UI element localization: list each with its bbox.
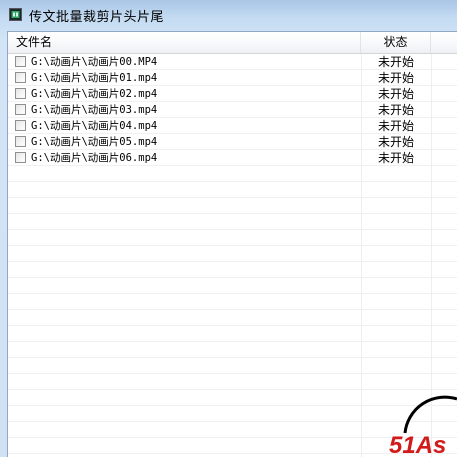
window-title: 传文批量裁剪片头片尾 bbox=[29, 10, 165, 25]
file-status: 未开始 bbox=[377, 87, 414, 101]
row-checkbox[interactable] bbox=[15, 56, 26, 67]
table-row[interactable]: G:\动画片\动画片02.mp4 未开始 bbox=[8, 86, 457, 102]
app-window: 传文批量裁剪片头片尾 文件名 状态 G:\动画片\动画片00.MP4 未开始 G… bbox=[0, 0, 457, 457]
file-status: 未开始 bbox=[377, 119, 414, 133]
title-bar[interactable]: 传文批量裁剪片头片尾 bbox=[0, 0, 457, 29]
table-row[interactable]: G:\动画片\动画片01.mp4 未开始 bbox=[8, 70, 457, 86]
row-checkbox[interactable] bbox=[15, 88, 26, 99]
file-status: 未开始 bbox=[377, 151, 414, 165]
app-logo-icon bbox=[9, 8, 22, 21]
list-header: 文件名 状态 bbox=[8, 32, 457, 54]
file-name: G:\动画片\动画片02.mp4 bbox=[31, 88, 158, 100]
file-name: G:\动画片\动画片01.mp4 bbox=[31, 72, 158, 84]
file-status: 未开始 bbox=[377, 71, 414, 85]
table-row[interactable]: G:\动画片\动画片05.mp4 未开始 bbox=[8, 134, 457, 150]
column-header-empty[interactable] bbox=[431, 32, 457, 53]
file-status: 未开始 bbox=[377, 135, 414, 149]
file-name: G:\动画片\动画片03.mp4 bbox=[31, 104, 158, 116]
file-name: G:\动画片\动画片04.mp4 bbox=[31, 120, 158, 132]
row-checkbox[interactable] bbox=[15, 152, 26, 163]
file-status: 未开始 bbox=[377, 103, 414, 117]
row-checkbox[interactable] bbox=[15, 136, 26, 147]
row-checkbox[interactable] bbox=[15, 72, 26, 83]
column-header-filename[interactable]: 文件名 bbox=[8, 32, 361, 53]
site-watermark-logo: 51As bbox=[383, 385, 457, 457]
table-row[interactable]: G:\动画片\动画片06.mp4 未开始 bbox=[8, 150, 457, 166]
file-name: G:\动画片\动画片05.mp4 bbox=[31, 136, 158, 148]
table-row[interactable]: G:\动画片\动画片04.mp4 未开始 bbox=[8, 118, 457, 134]
watermark-text: 51As bbox=[389, 432, 446, 457]
column-header-status[interactable]: 状态 bbox=[361, 32, 431, 53]
table-row[interactable]: G:\动画片\动画片00.MP4 未开始 bbox=[8, 54, 457, 70]
file-status: 未开始 bbox=[377, 55, 414, 69]
row-checkbox[interactable] bbox=[15, 120, 26, 131]
file-name: G:\动画片\动画片06.mp4 bbox=[31, 152, 158, 164]
table-row[interactable]: G:\动画片\动画片03.mp4 未开始 bbox=[8, 102, 457, 118]
file-name: G:\动画片\动画片00.MP4 bbox=[31, 56, 158, 68]
row-checkbox[interactable] bbox=[15, 104, 26, 115]
